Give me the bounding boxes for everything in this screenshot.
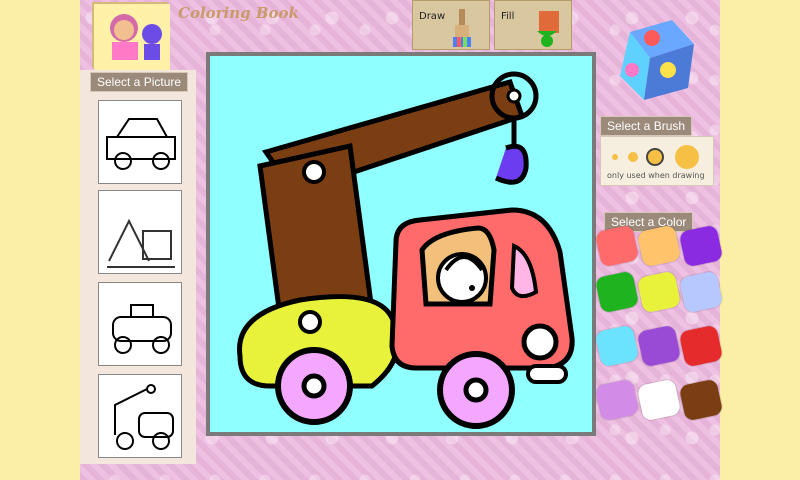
color-swatch[interactable] — [636, 224, 682, 268]
race-car-outline — [112, 304, 172, 354]
brush-size-medium[interactable] — [628, 152, 638, 162]
tow-truck-outline — [114, 384, 174, 450]
select-brush-label: Select a Brush — [600, 116, 693, 136]
color-swatch[interactable] — [594, 378, 640, 422]
coloring-book-avatar — [92, 2, 170, 70]
avatar-illustration — [94, 4, 170, 70]
color-swatch[interactable] — [678, 270, 724, 314]
color-grid — [594, 224, 724, 422]
picture-thumbnail-car[interactable] — [98, 100, 182, 184]
brush-note: only used when drawing — [607, 171, 705, 180]
car-outline — [106, 118, 176, 170]
color-swatch[interactable] — [636, 324, 682, 368]
fill-tool-button[interactable]: Fill — [494, 0, 572, 50]
coloring-canvas-frame — [206, 52, 596, 436]
paint-bucket-icon — [537, 11, 559, 47]
tow-truck-drawing — [237, 71, 575, 429]
draw-label: Draw — [419, 11, 446, 22]
draw-tool-button[interactable]: Draw — [412, 0, 490, 50]
brush-icon — [453, 9, 471, 47]
picture-thumbnail-race-car[interactable] — [98, 282, 182, 366]
cube-icon — [620, 20, 694, 100]
color-swatch[interactable] — [678, 378, 724, 422]
color-swatch[interactable] — [636, 270, 682, 314]
picture-thumbnail-tow-truck[interactable] — [98, 374, 182, 458]
app-title: Coloring Book — [178, 4, 299, 22]
color-swatch[interactable] — [594, 324, 640, 368]
brush-size-large[interactable] — [646, 148, 664, 166]
picture-thumbnail-city[interactable] — [98, 190, 182, 274]
brush-size-small[interactable] — [612, 154, 618, 160]
select-picture-label: Select a Picture — [90, 72, 189, 92]
color-swatch[interactable] — [678, 324, 724, 368]
brush-size-xlarge[interactable] — [675, 145, 699, 169]
coloring-canvas[interactable] — [210, 56, 592, 432]
color-swatch[interactable] — [678, 224, 724, 268]
color-swatch[interactable] — [594, 270, 640, 314]
fill-label: Fill — [501, 11, 515, 22]
brush-panel: only used when drawing — [600, 136, 714, 186]
color-swatch[interactable] — [594, 224, 640, 268]
color-swatch[interactable] — [636, 378, 682, 422]
city-outline — [107, 218, 175, 268]
decorative-cube-icon — [610, 14, 702, 106]
